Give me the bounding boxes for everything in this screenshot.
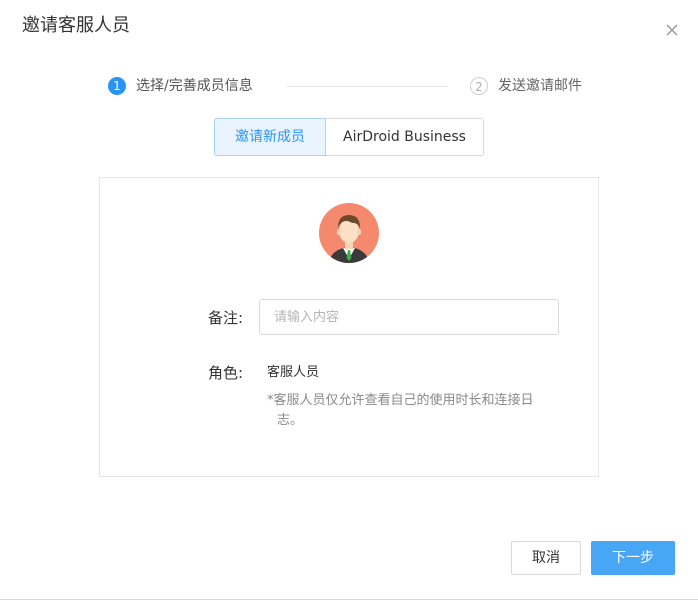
invite-support-dialog: 邀请客服人员 1 选择/完善成员信息 2 发送邀请邮件 邀请新成员 AirDro…	[0, 0, 698, 600]
next-step-button[interactable]: 下一步	[591, 541, 675, 575]
note-label: 备注:	[208, 309, 244, 327]
dialog-title: 邀请客服人员	[22, 15, 130, 36]
role-hint-line1: *客服人员仅允许查看自己的使用时长和连接日	[267, 393, 534, 408]
step-1-number: 1	[108, 77, 126, 95]
step-divider	[287, 86, 447, 87]
step-2-number: 2	[470, 77, 488, 95]
role-value: 客服人员	[267, 365, 320, 380]
step-1: 1 选择/完善成员信息	[108, 76, 253, 96]
role-label: 角色:	[208, 364, 244, 382]
note-input[interactable]	[259, 299, 559, 335]
step-2: 2 发送邀请邮件	[470, 76, 582, 96]
user-avatar-icon	[319, 203, 379, 263]
close-icon[interactable]	[664, 22, 680, 38]
member-info-panel: 备注: 角色: 客服人员 *客服人员仅允许查看自己的使用时长和连接日 志。	[99, 177, 599, 477]
cancel-button[interactable]: 取消	[511, 541, 581, 575]
invite-source-tabs: 邀请新成员 AirDroid Business	[214, 118, 484, 156]
role-hint: *客服人员仅允许查看自己的使用时长和连接日 志。	[267, 391, 567, 431]
tab-invite-new-member[interactable]: 邀请新成员	[214, 118, 326, 156]
step-1-label: 选择/完善成员信息	[136, 78, 253, 94]
step-2-label: 发送邀请邮件	[498, 78, 582, 94]
tab-airdroid-business[interactable]: AirDroid Business	[326, 118, 484, 156]
role-hint-line2: 志。	[277, 413, 304, 428]
